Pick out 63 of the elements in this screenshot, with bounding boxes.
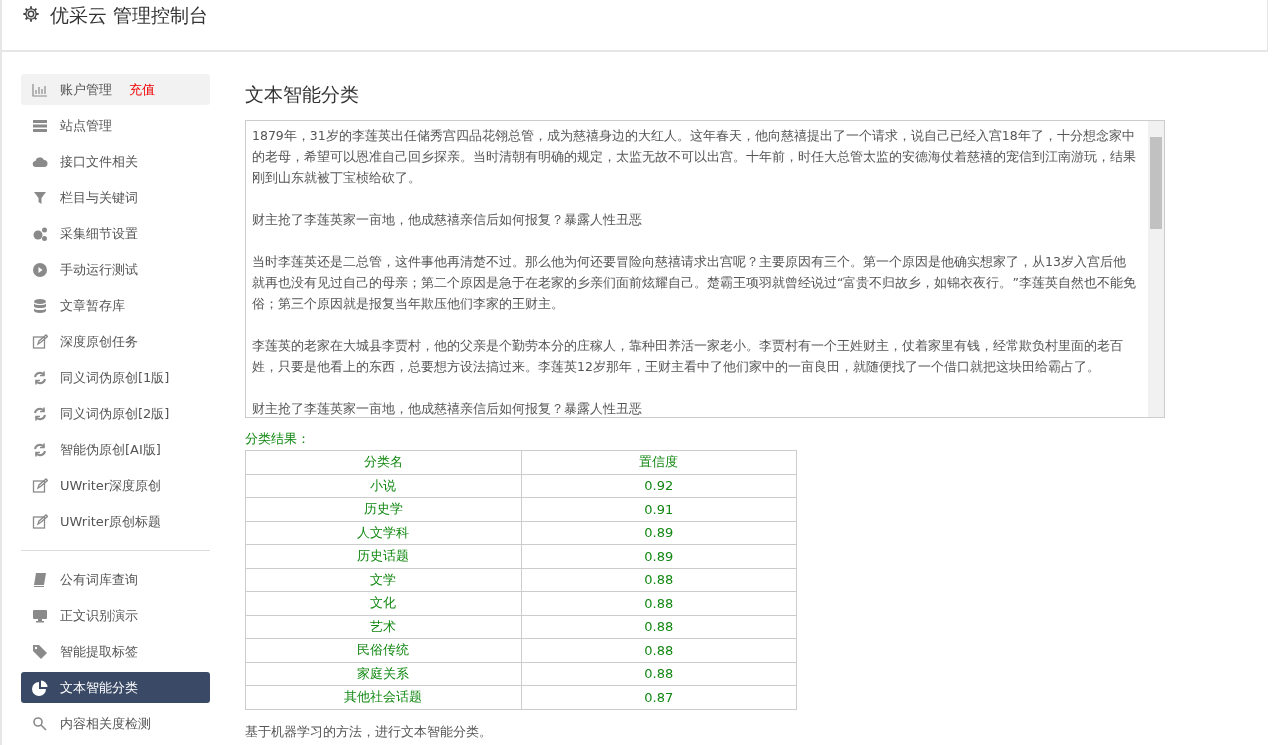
sidebar-item[interactable]: 正文识别演示 (21, 600, 210, 631)
table-cell: 民俗传统 (245, 638, 521, 662)
table-cell: 文学 (245, 568, 521, 592)
table-cell: 历史话题 (245, 544, 521, 568)
filter-icon (32, 189, 48, 206)
result-label: 分类结果： (245, 430, 311, 448)
column-header: 分类名 (245, 450, 521, 474)
edit-icon (32, 477, 48, 494)
text-input[interactable]: 1879年，31岁的李莲英出任储秀宫四品花翎总管，成为慈禧身边的大红人。这年春天，他向慈禧提出了一个请求，说自己已经入宫18年了，十分想念家中的老母，希望可以恩准自己回乡探亲。当时清朝有明确的规定，太监无故不可以出宫。十年前，时任大总管太监的安德海仗着慈禧的宠信到江南游玩，结果刚到山东就被丁宝桢给砍了。 财主抢了李莲英家一亩地，他成慈禧亲信后如何报复？暴露人性丑恶 当时李莲英还是二总管，这件事他再清楚不过。那么他为何还要冒险向慈禧请求出宫呢？主要原因有三个。第一个原因是他确实想家了，从13岁入宫后他就再也没有见过自己的母亲；第二个原因是急于在老家的乡亲们面前炫耀自己。楚霸王项羽就曾经说过“富贵不归故乡，如锦衣夜行。”李莲英自然也不能免俗；第三个原因就是报复当年欺压他们李家的王财主。 李莲英的老家在大城县李贾村，他的父亲是个勤劳本分的庄稼人，靠种田养活一家老小。李贾村有一个王姓财主，仗着家里有钱，经常欺负村里面的老百姓，只要是他看上的东西，总要想方设法搞过来。李莲英12岁那年，王财主看中了他们家中的一亩良田，就随便找了一个借口就把这块田给霸占了。 财主抢了李莲英家一亩地，他成慈禧亲信后如何报复？暴露人性丑恶 (245, 120, 1165, 418)
table-cell: 0.89 (521, 521, 797, 545)
sidebar-item[interactable]: 文章暂存库 (21, 290, 210, 321)
sidebar-item[interactable]: 智能提取标签 (21, 636, 210, 667)
edit-icon (32, 513, 48, 530)
sidebar-item[interactable]: 栏目与关键词 (21, 182, 210, 213)
app-title: 优采云 管理控制台 (50, 4, 209, 26)
tag-icon (32, 643, 48, 660)
sidebar-item[interactable]: 采集细节设置 (21, 218, 210, 249)
chart-icon (32, 81, 48, 98)
page-title: 文本智能分类 (245, 82, 360, 107)
sidebar-item[interactable]: 手动运行测试 (21, 254, 210, 285)
pie-icon (32, 679, 48, 696)
table-cell: 0.92 (521, 474, 797, 498)
sidebar-item[interactable]: 接口文件相关 (21, 146, 210, 177)
sidebar-item[interactable]: 账户管理 充值 (21, 74, 210, 105)
book-icon (32, 571, 48, 588)
server-icon (32, 117, 48, 134)
edit-icon (32, 333, 48, 350)
table-cell: 艺术 (245, 615, 521, 639)
sync-icon (32, 441, 48, 458)
db-icon (32, 297, 48, 314)
sidebar-item[interactable]: 站点管理 (21, 110, 210, 141)
sidebar-item[interactable]: 内容相关度检测 (21, 708, 210, 739)
table-cell: 0.88 (521, 662, 797, 686)
description-text: 基于机器学习的方法，进行文本智能分类。 (245, 722, 493, 741)
table-cell: 0.91 (521, 497, 797, 521)
table-cell: 历史学 (245, 497, 521, 521)
table-cell: 小说 (245, 474, 521, 498)
table-cell: 其他社会话题 (245, 685, 521, 709)
sidebar-item[interactable]: 智能伪原创[AI版] (21, 434, 210, 465)
scrollbar[interactable] (1148, 121, 1164, 417)
table-cell: 文化 (245, 591, 521, 615)
table-cell: 0.87 (521, 685, 797, 709)
sidebar-item[interactable]: 同义词伪原创[2版] (21, 398, 210, 429)
table-cell: 0.88 (521, 615, 797, 639)
settings-icon (22, 5, 40, 23)
column-header: 置信度 (521, 450, 797, 474)
sync-icon (32, 369, 48, 386)
table-cell: 家庭关系 (245, 662, 521, 686)
sidebar-item[interactable]: UWriter深度原创 (21, 470, 210, 501)
sidebar-item[interactable]: 公有词库查询 (21, 564, 210, 595)
monitor-icon (32, 607, 48, 624)
play-icon (32, 261, 48, 278)
sidebar-item[interactable]: 同义词伪原创[1版] (21, 362, 210, 393)
table-cell: 0.89 (521, 544, 797, 568)
sidebar-item[interactable]: UWriter原创标题 (21, 506, 210, 537)
table-cell: 人文学科 (245, 521, 521, 545)
table-cell: 0.88 (521, 638, 797, 662)
sidebar-item[interactable]: 文本智能分类 (21, 672, 210, 703)
sync-icon (32, 405, 48, 422)
sidebar-item[interactable]: 深度原创任务 (21, 326, 210, 357)
search-icon (32, 715, 48, 732)
table-cell: 0.88 (521, 591, 797, 615)
table-cell: 0.88 (521, 568, 797, 592)
